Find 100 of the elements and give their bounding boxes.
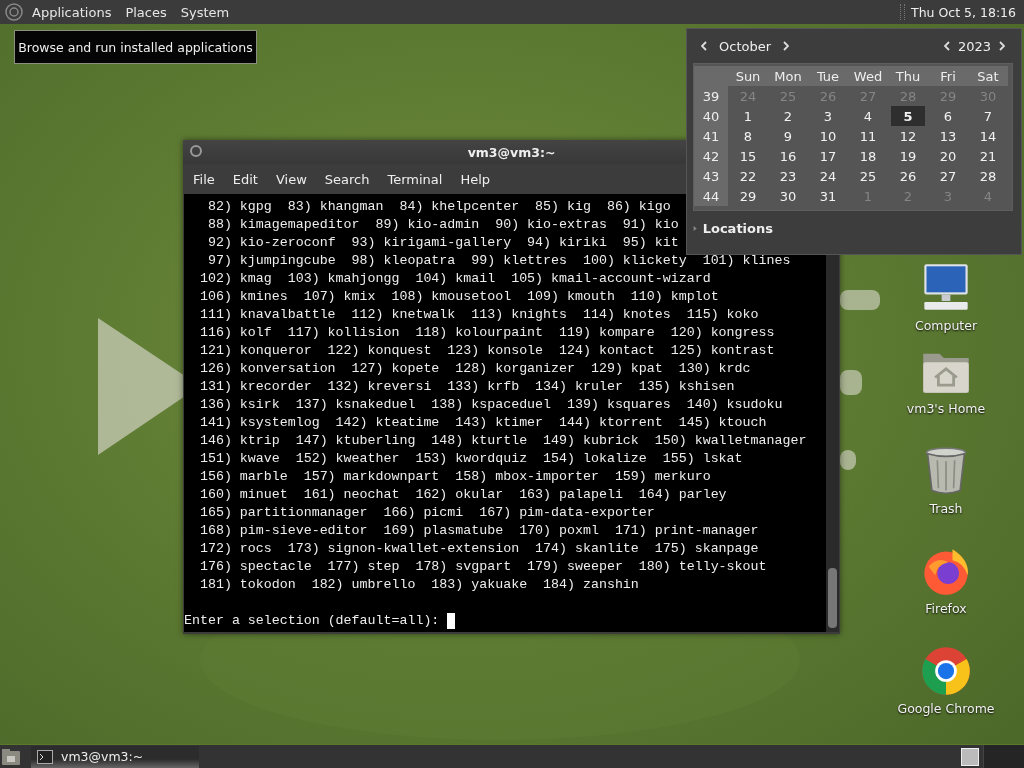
menu-logo-icon[interactable]: [4, 2, 24, 22]
week-number: 41: [694, 126, 728, 146]
terminal-line: 141) ksystemlog 142) kteatime 143) ktimer 144) ktorrent 145) ktouch: [199, 414, 767, 432]
circle-browser-icon[interactable]: [920, 645, 972, 697]
calendar-day[interactable]: 15: [728, 146, 768, 166]
calendar-day[interactable]: 12: [888, 126, 928, 146]
terminal-line: 176) spectacle 177) step 178) svgpart 179) sweeper 180) telly-skout: [199, 558, 767, 576]
calendar-day[interactable]: 24: [808, 166, 848, 186]
terminal-line: 126) konversation 127) kopete 128) korganizer 129) kpat 130) krdc: [199, 360, 751, 378]
calendar-day[interactable]: 7: [968, 106, 1008, 126]
taskbar-button[interactable]: vm3@vm3:~: [31, 745, 199, 768]
scrollbar-thumb[interactable]: [828, 568, 837, 628]
desktop-icon-label[interactable]: Computer: [914, 318, 978, 333]
calendar-day[interactable]: 21: [968, 146, 1008, 166]
panel-menu[interactable]: System: [180, 4, 230, 20]
menu-item[interactable]: Help: [460, 171, 491, 187]
calendar-day[interactable]: 4: [848, 106, 888, 126]
terminal-line: 146) ktrip 147) ktuberling 148) kturtle 149) kubrick 150) kwalletmanager: [199, 432, 807, 450]
calendar-day[interactable]: 18: [848, 146, 888, 166]
calendar-day[interactable]: 30: [768, 186, 808, 206]
terminal-line: 181) tokodon 182) umbrello 183) yakuake 184) zanshin: [199, 576, 639, 594]
calendar-day[interactable]: 10: [808, 126, 848, 146]
weekday-label: Tue: [808, 66, 848, 86]
terminal-line: 88) kimagemapeditor 89) kio-admin 90) kio-extras 91) kio: [207, 216, 679, 234]
calendar-day[interactable]: 25: [848, 166, 888, 186]
terminal-prompt: Enter a selection (default=all):: [184, 612, 440, 630]
weekday-label: Thu: [888, 66, 928, 86]
weekday-label: Mon: [768, 66, 808, 86]
terminal-line: 121) konqueror 122) konquest 123) konsole 124) kontact 125) kontrast: [199, 342, 775, 360]
menu-item[interactable]: Search: [324, 171, 370, 187]
terminal-line: 82) kgpg 83) khangman 84) khelpcenter 85) kig 86) kigo: [207, 198, 671, 216]
calendar-day[interactable]: 17: [808, 146, 848, 166]
window-menu-icon[interactable]: [190, 145, 202, 157]
calendar-day[interactable]: 1: [728, 106, 768, 126]
menu-item[interactable]: File: [193, 171, 215, 187]
terminal-line: 156) marble 157) markdownpart 158) mbox-importer 159) merkuro: [199, 468, 711, 486]
previous-month-icon[interactable]: [701, 41, 707, 51]
expander-icon[interactable]: [693, 225, 697, 232]
panel-clock[interactable]: Thu Oct 5, 18:16: [911, 4, 1016, 20]
calendar-day[interactable]: 11: [848, 126, 888, 146]
calendar-day[interactable]: 22: [728, 166, 768, 186]
calendar-day[interactable]: 13: [928, 126, 968, 146]
calendar-day[interactable]: 8: [728, 126, 768, 146]
terminal-line: 97) kjumpingcube 98) kleopatra 99) klettres 100) klickety 101) klines: [207, 252, 791, 270]
terminal-line: 102) kmag 103) kmahjongg 104) kmail 105) kmail-account-wizard: [199, 270, 711, 288]
desktop-icon-label[interactable]: vm3's Home: [906, 401, 986, 416]
week-number: 39: [694, 86, 728, 106]
terminal-line: 168) pim-sieve-editor 169) plasmatube 170) poxml 171) print-manager: [199, 522, 759, 540]
window-title: vm3@vm3:~: [467, 144, 556, 160]
panel-handle-icon[interactable]: [900, 4, 906, 20]
terminal-line: 106) kmines 107) kmix 108) kmousetool 109) kmouth 110) kmplot: [199, 288, 719, 306]
panel-menu[interactable]: Places: [125, 4, 167, 20]
week-number: 40: [694, 106, 728, 126]
calendar-day[interactable]: 26: [888, 166, 928, 186]
calendar-day[interactable]: 27: [928, 166, 968, 186]
calendar-day[interactable]: 14: [968, 126, 1008, 146]
terminal-line: 111) knavalbattle 112) knetwalk 113) knights 114) knotes 115) koko: [199, 306, 759, 324]
panel-menu[interactable]: Applications: [32, 4, 112, 20]
terminal-line: 131) krecorder 132) kreversi 133) krfb 134) kruler 135) kshisen: [199, 378, 735, 396]
calendar-day[interactable]: 5: [891, 106, 925, 126]
menu-item[interactable]: View: [275, 171, 307, 187]
terminal-line: 151) kwave 152) kweather 153) kwordquiz 154) lokalize 155) lskat: [199, 450, 743, 468]
show-desktop-icon[interactable]: [1, 747, 21, 766]
weekday-label: Sun: [728, 66, 768, 86]
text-cursor: [447, 613, 456, 629]
menu-item[interactable]: Terminal: [387, 171, 443, 187]
calendar-day[interactable]: 2: [768, 106, 808, 126]
terminal-line: 160) minuet 161) neochat 162) okular 163) palapeli 164) parley: [199, 486, 727, 504]
next-year-icon[interactable]: [999, 41, 1005, 51]
calendar-day[interactable]: 31: [808, 186, 848, 206]
desktop-icon-label[interactable]: Trash: [929, 501, 963, 516]
tooltip: Browse and run installed applications: [14, 30, 257, 64]
terminal-icon: [37, 749, 53, 764]
year-label: 2023: [957, 38, 991, 54]
weekday-label: Sat: [968, 66, 1008, 86]
desktop-icon-label[interactable]: Firefox: [925, 601, 967, 616]
calendar-day[interactable]: 20: [928, 146, 968, 166]
terminal-line: 136) ksirk 137) ksnakeduel 138) kspaceduel 139) ksquares 140) ksudoku: [199, 396, 783, 414]
week-number: 43: [694, 166, 728, 186]
week-number: 42: [694, 146, 728, 166]
calendar-day[interactable]: 19: [888, 146, 928, 166]
calendar-day[interactable]: 6: [928, 106, 968, 126]
week-number: 44: [694, 186, 728, 206]
weekday-label: Fri: [928, 66, 968, 86]
desktop-icon-label[interactable]: Google Chrome: [897, 701, 995, 716]
weekday-label: Wed: [848, 66, 888, 86]
previous-year-icon[interactable]: [943, 41, 950, 51]
terminal-line: 116) kolf 117) kollision 118) kolourpaint 119) kompare 120) kongress: [199, 324, 775, 342]
terminal-line: 165) partitionmanager 166) picmi 167) pim-data-exporter: [199, 504, 655, 522]
calendar-day[interactable]: 3: [808, 106, 848, 126]
calendar-day[interactable]: 28: [968, 166, 1008, 186]
menu-item[interactable]: Edit: [232, 171, 258, 187]
calendar-day[interactable]: 16: [768, 146, 808, 166]
locations-expander[interactable]: Locations: [702, 221, 773, 236]
calendar-day[interactable]: 29: [728, 186, 768, 206]
calendar-day[interactable]: 9: [768, 126, 808, 146]
calendar-day[interactable]: 23: [768, 166, 808, 186]
month-label: October: [719, 38, 772, 54]
next-month-icon[interactable]: [783, 41, 790, 51]
terminal-line: 172) rocs 173) signon-kwallet-extension 174) skanlite 175) skanpage: [199, 540, 759, 558]
